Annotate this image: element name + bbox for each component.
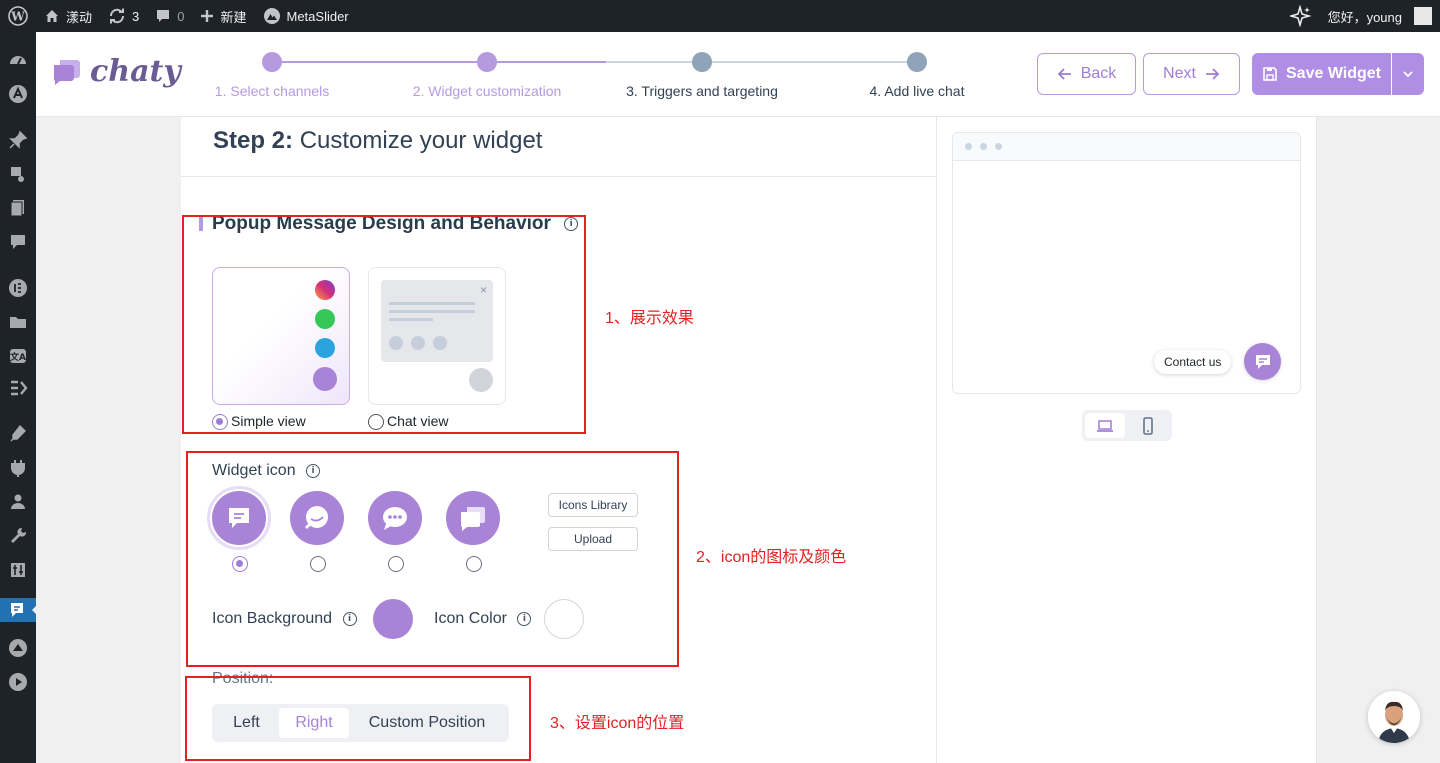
translate-icon[interactable]: 文A [6,344,30,368]
logo-text: chaty [90,54,181,89]
comments-menu-icon[interactable] [6,230,30,254]
back-label: Back [1080,65,1117,82]
user-avatar [1414,7,1432,25]
chaty-menu-icon[interactable] [0,598,37,622]
site-name-link[interactable]: 漾动 [36,0,100,32]
step-4-label[interactable]: 4. Add live chat [870,83,965,99]
step-title-text: Customize your widget [299,127,543,154]
step-4-dot[interactable] [907,52,927,72]
preview-widget-button[interactable] [1244,343,1281,380]
step-header: Step 2: Customize your widget [181,117,938,177]
step-title: Step 2: Customize your widget [213,127,542,155]
next-label: Next [1163,65,1196,82]
play-icon[interactable] [6,670,30,694]
annotation-text-2: 2、icon的图标及颜色 [696,549,847,566]
step-connector-2 [496,61,696,63]
laptop-icon [1097,419,1113,432]
step-3-dot[interactable] [692,52,712,72]
agent-avatar-icon [1368,691,1420,743]
step-2-label[interactable]: 2. Widget customization [413,83,562,99]
settings-icon[interactable] [6,558,30,582]
comments-link[interactable]: 0 [147,0,192,32]
metaslider-icon [263,8,280,24]
step-1-label[interactable]: 1. Select channels [215,83,329,99]
ai-sparkle-icon[interactable] [1282,0,1320,32]
refresh-icon [110,8,125,24]
chaty-header: chaty 1. Select channels 2. Widget custo… [36,32,1440,117]
elementor-icon[interactable] [6,276,30,300]
step-1-dot[interactable] [262,52,282,72]
home-icon [46,10,58,22]
account-menu[interactable]: 您好，young [1320,0,1440,32]
chat-bubble-icon [1255,354,1270,369]
new-content-link[interactable]: 新建 [192,0,254,32]
comment-icon [157,10,170,22]
back-button[interactable]: Back [1037,53,1136,95]
arrow-right-icon [1205,68,1220,80]
chevron-down-icon [1403,71,1413,78]
chaty-logo-icon [53,59,80,85]
annotation-text-3: 3、设置icon的位置 [550,715,685,732]
wordpress-logo-icon[interactable]: W [0,0,36,32]
svg-text:文A: 文A [9,351,26,363]
greeting: 您好，young [1327,9,1402,25]
annotation-box-2 [186,451,679,667]
metaslider-link[interactable]: MetaSlider [255,0,357,32]
save-widget-button[interactable]: Save Widget [1252,53,1391,95]
device-toggle [1082,410,1172,441]
pages-icon[interactable] [6,196,30,220]
astra-settings-icon[interactable] [6,636,30,660]
chaty-logo[interactable]: chaty [52,54,181,89]
updates-link[interactable]: 3 [100,0,147,32]
browser-bar [953,133,1300,161]
support-chat-avatar[interactable] [1368,691,1420,743]
appearance-icon[interactable] [6,422,30,446]
annotation-box-1 [182,215,586,434]
step-3-label[interactable]: 3. Triggers and targeting [626,83,778,99]
step-connector-3 [711,61,911,63]
contact-us-tooltip: Contact us [1154,350,1232,374]
svg-text:W: W [10,10,25,24]
updates-count: 3 [132,8,140,24]
media-icon[interactable] [6,162,30,186]
mobile-view-button[interactable] [1128,413,1168,438]
annotation-box-3 [185,676,531,761]
save-label: Save Widget [1286,65,1381,82]
save-options-dropdown[interactable] [1392,53,1424,95]
plugins-icon[interactable] [6,456,30,480]
phone-icon [1143,416,1153,435]
desktop-view-button[interactable] [1085,413,1125,438]
plus-icon [201,10,214,22]
new-label: 新建 [220,9,247,25]
step-2-dot[interactable] [477,52,497,72]
save-icon [1263,67,1277,81]
dashboard-icon[interactable] [6,48,30,72]
wp-admin-sidebar: 文A [0,32,37,763]
arrow-left-icon [1057,68,1071,80]
admin-bar: W 漾动 3 0 新建 MetaSlider 您好，young [0,0,1440,32]
step-prefix: Step 2: [213,127,294,154]
astra-icon[interactable] [6,82,30,106]
tools-icon[interactable] [6,524,30,548]
metaslider-label: MetaSlider [286,8,349,24]
comments-count: 0 [177,8,185,24]
site-name: 漾动 [66,9,93,25]
templates-icon[interactable] [6,376,30,400]
users-icon[interactable] [6,490,30,514]
folder-icon[interactable] [6,310,30,334]
annotation-text-1: 1、展示效果 [605,310,694,327]
step-connector-1 [281,61,486,63]
pin-icon[interactable] [6,128,30,152]
next-button[interactable]: Next [1143,53,1240,95]
